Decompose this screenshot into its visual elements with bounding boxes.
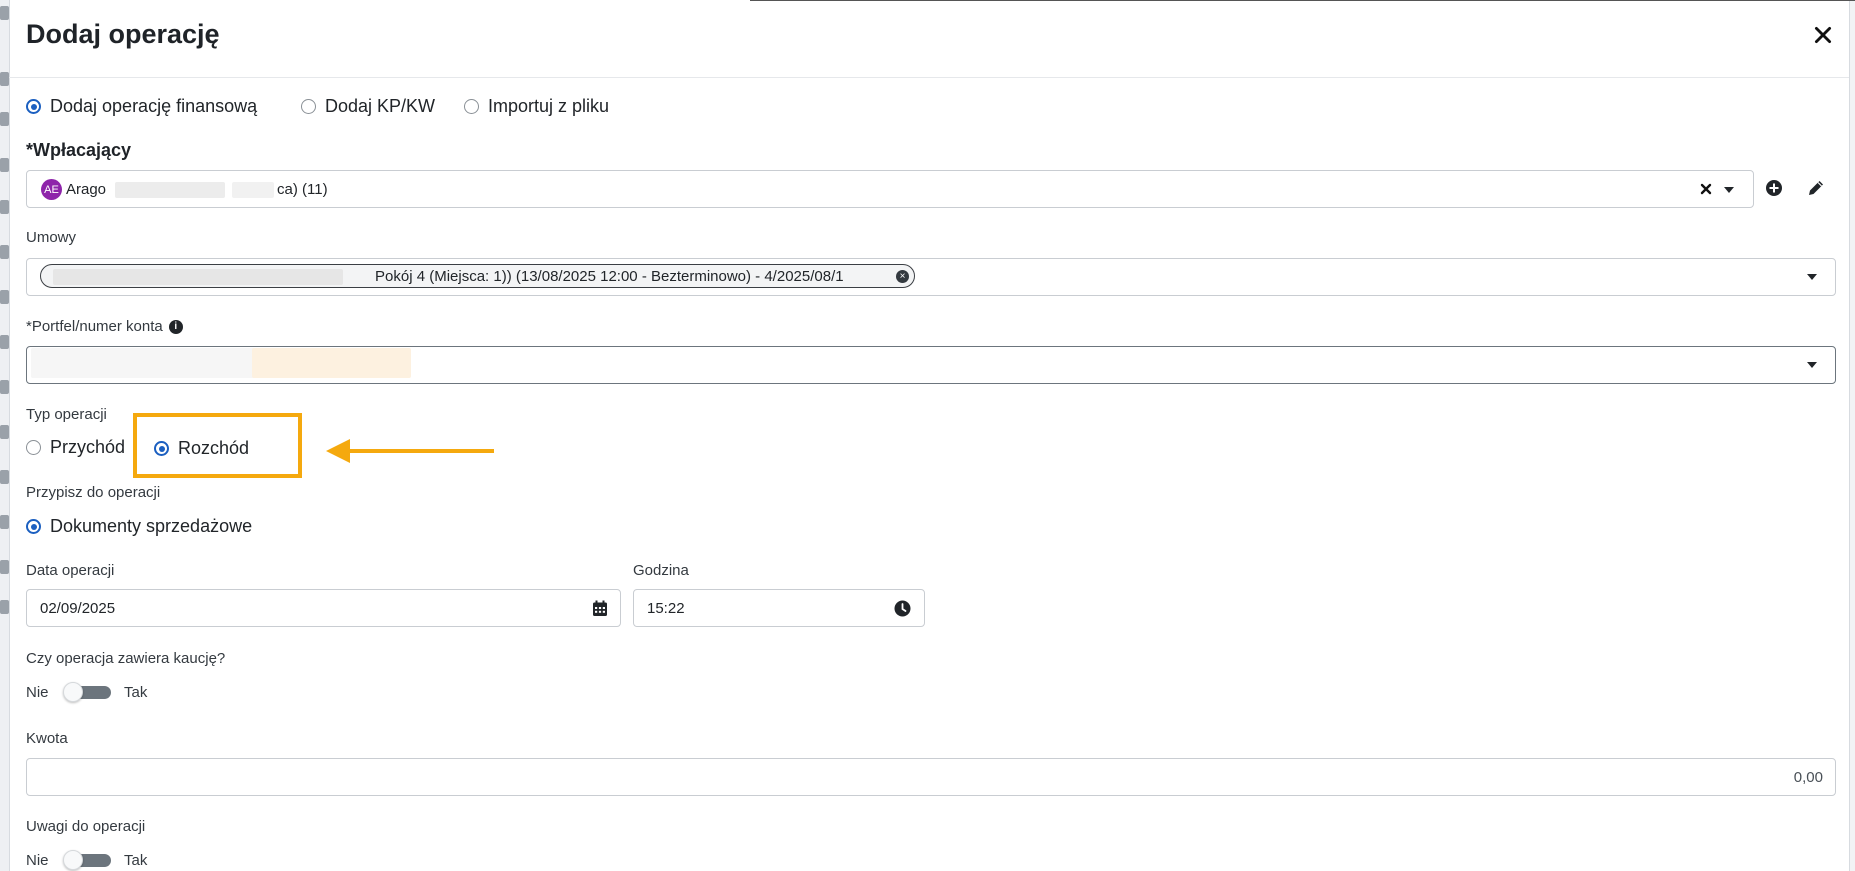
radio-indicator (301, 99, 316, 114)
notes-off-label: Nie (26, 852, 49, 869)
radio-import-file[interactable]: Importuj z pliku (464, 96, 609, 117)
close-icon (1814, 26, 1832, 44)
deposit-label: Czy operacja zawiera kaucję? (26, 650, 226, 667)
radio-label: Dodaj operację finansową (50, 96, 258, 116)
operation-type-label: Typ operacji (26, 406, 107, 423)
plus-circle-icon (1766, 180, 1782, 196)
toggle-knob (63, 850, 83, 870)
clock-icon[interactable] (894, 600, 911, 617)
radio-indicator (26, 99, 41, 114)
assign-label: Przypisz do operacji (26, 484, 161, 501)
account-label: *Portfel/numer konta (26, 318, 163, 335)
modal-header: Dodaj operację (9, 0, 1849, 78)
highlight-box (133, 413, 302, 478)
radio-sales-documents[interactable]: Dokumenty sprzedażowe (26, 516, 252, 537)
account-select[interactable] (26, 346, 1836, 384)
add-payer-button[interactable] (1764, 178, 1784, 198)
close-button[interactable] (1812, 24, 1840, 52)
contract-tag: Pokój 4 (Miejsca: 1)) (13/08/2025 12:00 … (40, 264, 915, 288)
radio-indicator (464, 99, 479, 114)
redacted-text (252, 348, 411, 378)
payer-value-prefix: Arago (66, 181, 107, 198)
deposit-on-label: Tak (124, 684, 148, 701)
notes-toggle[interactable] (63, 850, 111, 870)
notes-label: Uwagi do operacji (26, 818, 146, 835)
payer-select[interactable]: AE Arago ca) (11) (26, 170, 1754, 208)
radio-label: Dodaj KP/KW (325, 96, 436, 116)
radio-label: Dokumenty sprzedażowe (50, 516, 253, 536)
account-label-wrap: *Portfel/numer konta i (26, 318, 183, 335)
background-app-sidebar (0, 0, 10, 871)
modal-title: Dodaj operację (26, 19, 220, 49)
contracts-label: Umowy (26, 229, 77, 246)
amount-input[interactable]: 0,00 (26, 758, 1836, 796)
amount-label: Kwota (26, 730, 68, 747)
chevron-down-icon[interactable] (1807, 274, 1817, 280)
redacted-text (232, 182, 274, 198)
chevron-down-icon[interactable] (1807, 362, 1817, 368)
info-icon: i (168, 319, 183, 334)
contract-tag-label: Pokój 4 (Miejsca: 1)) (13/08/2025 12:00 … (375, 268, 844, 285)
pencil-icon (1809, 181, 1823, 195)
payer-label: *Wpłacający (26, 140, 132, 160)
date-input[interactable]: 02/09/2025 (26, 589, 621, 627)
radio-indicator (26, 519, 41, 534)
background-app-edge (1849, 0, 1855, 871)
radio-kp-kw[interactable]: Dodaj KP/KW (301, 96, 435, 117)
redacted-text (53, 269, 343, 285)
time-label: Godzina (633, 562, 689, 579)
radio-label: Importuj z pliku (488, 96, 610, 116)
deposit-off-label: Nie (26, 684, 49, 701)
amount-value: 0,00 (1793, 769, 1823, 786)
payer-value-suffix: ca) (11) (277, 181, 328, 198)
annotation-arrow (324, 435, 496, 474)
avatar: AE (41, 179, 62, 200)
notes-on-label: Tak (124, 852, 148, 869)
time-input[interactable]: 15:22 (633, 589, 925, 627)
chevron-down-icon[interactable] (1724, 187, 1734, 193)
toggle-knob (63, 682, 83, 702)
calendar-icon[interactable] (592, 600, 608, 617)
time-value: 15:22 (647, 600, 685, 617)
remove-tag-icon[interactable]: × (896, 270, 909, 283)
date-value: 02/09/2025 (40, 600, 116, 617)
radio-indicator (26, 440, 41, 455)
radio-financial-operation[interactable]: Dodaj operację finansową (26, 96, 257, 117)
radio-income[interactable]: Przychód (26, 437, 125, 458)
deposit-toggle[interactable] (63, 682, 111, 702)
edit-payer-button[interactable] (1806, 178, 1826, 198)
radio-label: Przychód (50, 437, 126, 457)
clear-icon[interactable] (1699, 182, 1713, 196)
contracts-select[interactable]: Pokój 4 (Miejsca: 1)) (13/08/2025 12:00 … (26, 258, 1836, 296)
redacted-text (115, 182, 225, 198)
date-label: Data operacji (26, 562, 115, 579)
